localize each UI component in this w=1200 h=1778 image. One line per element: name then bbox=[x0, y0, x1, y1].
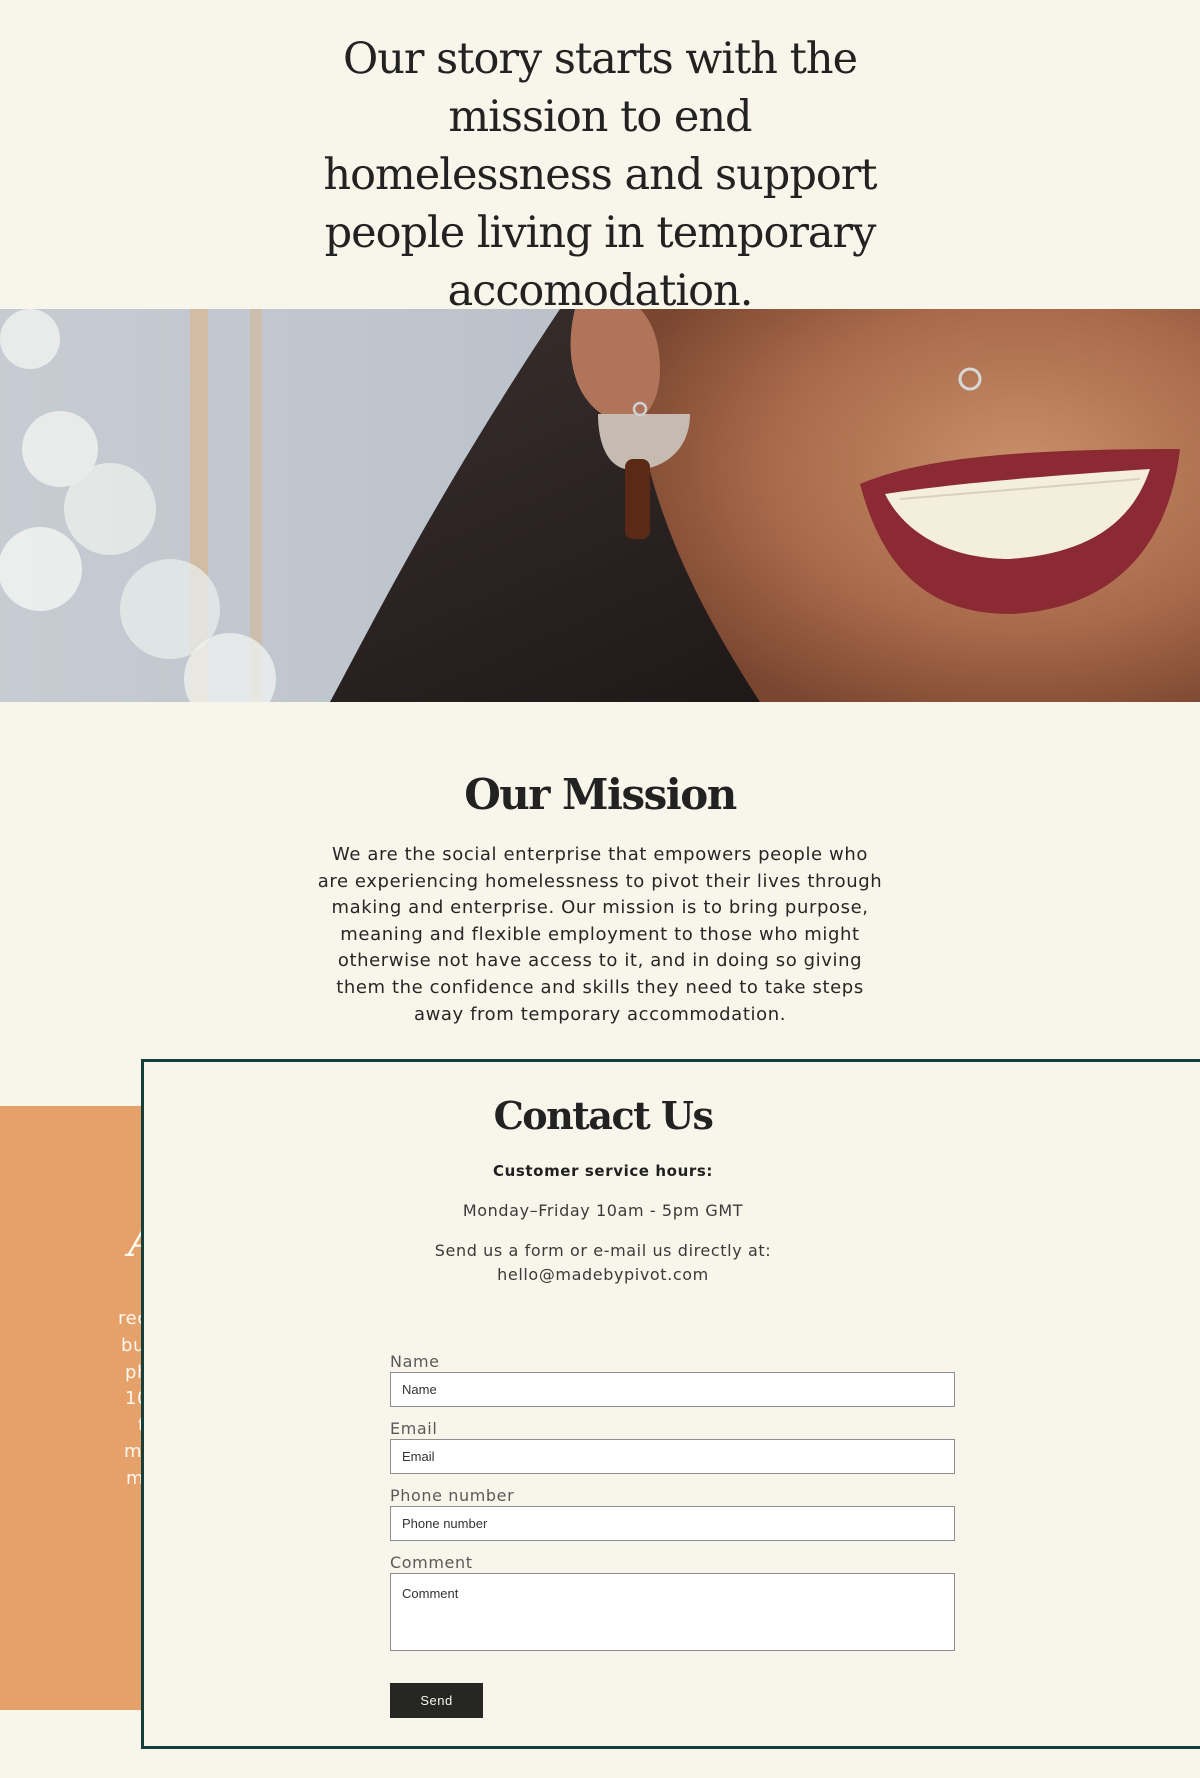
contact-form: Name Email Phone number Comment Send bbox=[390, 1352, 955, 1718]
contact-email-link[interactable]: hello@madebypivot.com bbox=[144, 1263, 1062, 1287]
hero-photo bbox=[0, 309, 1200, 702]
comment-label: Comment bbox=[390, 1553, 473, 1572]
contact-title: Contact Us bbox=[493, 1093, 714, 1138]
email-label: Email bbox=[390, 1419, 438, 1438]
smiling-woman-photo bbox=[0, 309, 1200, 702]
comment-textarea[interactable] bbox=[390, 1573, 955, 1651]
send-button[interactable]: Send bbox=[390, 1683, 483, 1718]
hero-heading: Our story starts with the mission to end… bbox=[323, 34, 877, 316]
contact-note: Send us a form or e-mail us directly at:… bbox=[144, 1239, 1062, 1287]
phone-input[interactable] bbox=[390, 1506, 955, 1541]
name-label: Name bbox=[390, 1352, 440, 1371]
mission-body: We are the social enterprise that empowe… bbox=[317, 844, 883, 1025]
about-panel-line: m bbox=[124, 1441, 143, 1462]
service-hours-value: Monday–Friday 10am - 5pm GMT bbox=[462, 1201, 744, 1220]
mission-title: Our Mission bbox=[464, 770, 737, 819]
about-panel: A rec bu ph 10 t m m bbox=[0, 1106, 160, 1710]
phone-label: Phone number bbox=[390, 1486, 515, 1505]
name-input[interactable] bbox=[390, 1372, 955, 1407]
service-hours-label: Customer service hours: bbox=[492, 1162, 713, 1180]
contact-modal: Contact Us Customer service hours: Monda… bbox=[141, 1059, 1200, 1749]
contact-note-text: Send us a form or e-mail us directly at: bbox=[434, 1241, 772, 1260]
email-input[interactable] bbox=[390, 1439, 955, 1474]
